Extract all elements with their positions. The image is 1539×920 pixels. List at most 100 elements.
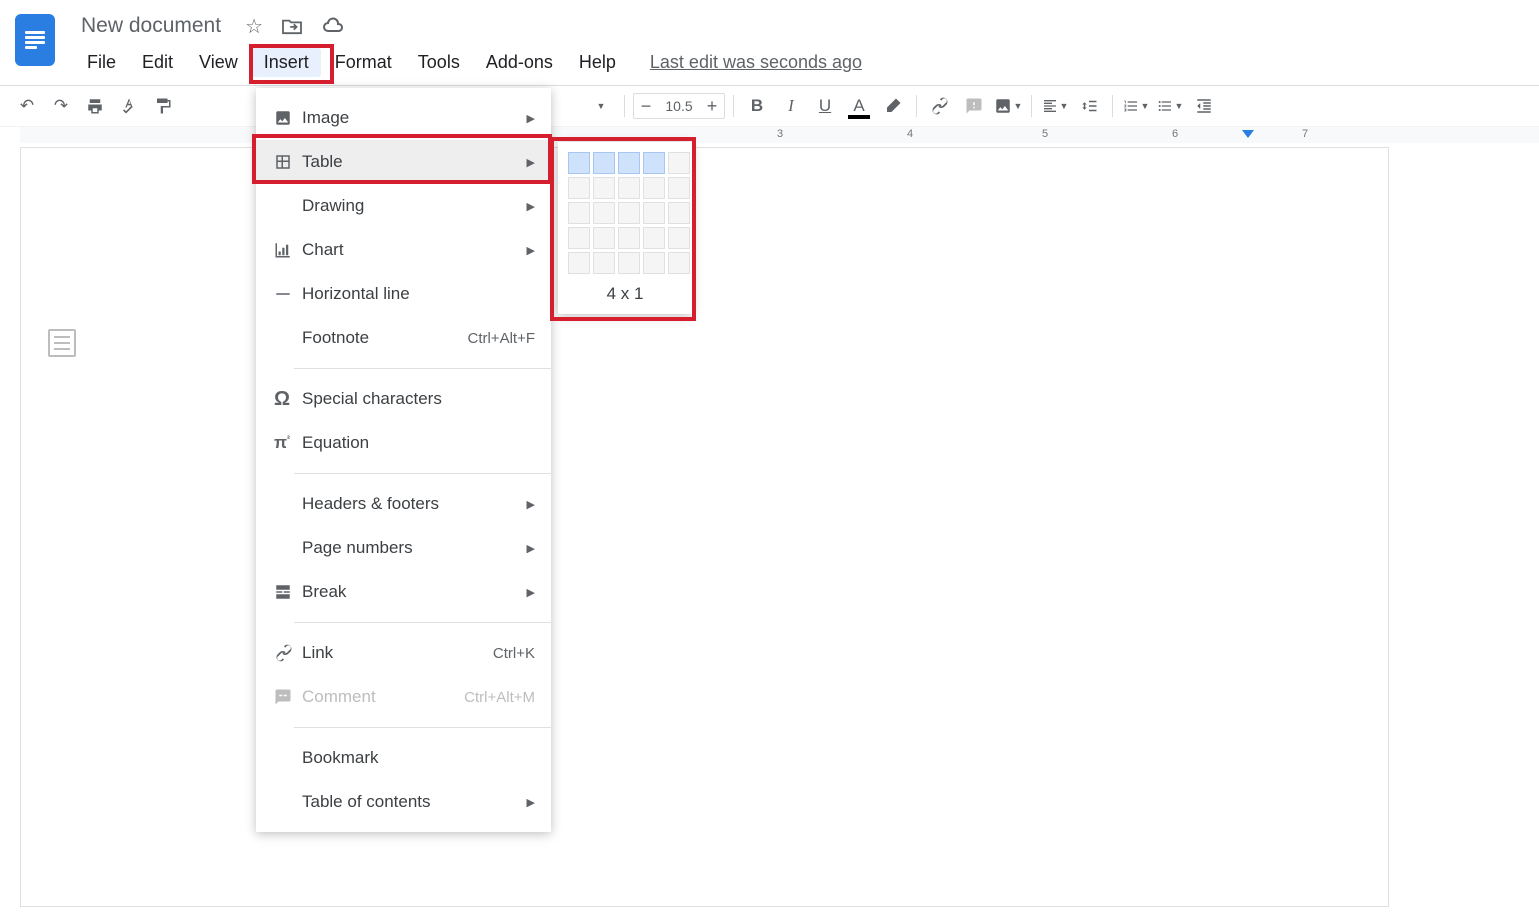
table-grid-cell[interactable] bbox=[568, 152, 590, 174]
table-grid-cell[interactable] bbox=[593, 152, 615, 174]
menu-item-horizontal-line[interactable]: Horizontal line bbox=[256, 272, 551, 316]
menu-item-table-of-contents[interactable]: Table of contents▶ bbox=[256, 780, 551, 824]
menu-item-label: Break bbox=[302, 582, 346, 602]
table-grid-cell[interactable] bbox=[643, 177, 665, 199]
text-color-button[interactable]: A bbox=[844, 91, 874, 121]
align-button[interactable]: ▼ bbox=[1040, 91, 1070, 121]
insert-link-button[interactable] bbox=[925, 91, 955, 121]
move-icon[interactable] bbox=[281, 17, 303, 35]
submenu-arrow-icon: ▶ bbox=[527, 244, 535, 257]
menu-item-table[interactable]: Table▶ bbox=[256, 140, 551, 184]
menu-insert[interactable]: Insert bbox=[252, 48, 321, 77]
outline-icon[interactable] bbox=[48, 329, 76, 357]
paint-format-button[interactable] bbox=[148, 91, 178, 121]
menu-item-label: Comment bbox=[302, 687, 376, 707]
table-grid-cell[interactable] bbox=[593, 177, 615, 199]
menu-item-chart[interactable]: Chart▶ bbox=[256, 228, 551, 272]
right-margin-marker[interactable] bbox=[1242, 130, 1254, 138]
table-grid-cell[interactable] bbox=[568, 252, 590, 274]
ruler-num: 3 bbox=[777, 128, 783, 140]
ruler-num: 4 bbox=[907, 128, 913, 140]
document-page[interactable] bbox=[20, 147, 1389, 907]
menu-item-footnote[interactable]: FootnoteCtrl+Alt+F bbox=[256, 316, 551, 360]
table-grid-cell[interactable] bbox=[643, 227, 665, 249]
bold-button[interactable]: B bbox=[742, 91, 772, 121]
menu-item-label: Table of contents bbox=[302, 792, 431, 812]
menu-item-bookmark[interactable]: Bookmark bbox=[256, 736, 551, 780]
menu-item-image[interactable]: Image ▶ bbox=[256, 96, 551, 140]
font-size-decrease[interactable]: − bbox=[634, 96, 658, 117]
table-grid-cell[interactable] bbox=[618, 227, 640, 249]
table-grid-cell[interactable] bbox=[668, 152, 690, 174]
menu-item-drawing[interactable]: Drawing ▶ bbox=[256, 184, 551, 228]
menu-format[interactable]: Format bbox=[323, 48, 404, 77]
table-grid-cell[interactable] bbox=[668, 177, 690, 199]
font-size-increase[interactable]: + bbox=[700, 96, 724, 117]
table-icon bbox=[274, 153, 302, 171]
table-grid-cell[interactable] bbox=[593, 202, 615, 224]
print-button[interactable] bbox=[80, 91, 110, 121]
table-grid-cell[interactable] bbox=[668, 227, 690, 249]
font-size-control: − 10.5 + bbox=[633, 93, 725, 119]
styles-dropdown[interactable]: ▼ bbox=[586, 91, 616, 121]
horizontal-ruler[interactable]: 3 4 5 6 7 bbox=[20, 127, 1539, 143]
table-grid-cell[interactable] bbox=[643, 202, 665, 224]
table-grid-cell[interactable] bbox=[618, 177, 640, 199]
insert-image-button[interactable]: ▼ bbox=[993, 91, 1023, 121]
table-grid-cell[interactable] bbox=[618, 152, 640, 174]
menu-item-label: Link bbox=[302, 643, 333, 663]
comment-icon bbox=[274, 688, 302, 706]
submenu-arrow-icon: ▶ bbox=[527, 200, 535, 213]
table-grid-cell[interactable] bbox=[618, 252, 640, 274]
break-icon bbox=[274, 583, 302, 601]
star-icon[interactable]: ☆ bbox=[245, 14, 263, 39]
table-grid-cell[interactable] bbox=[643, 152, 665, 174]
table-grid-cell[interactable] bbox=[593, 227, 615, 249]
menu-item-label: Special characters bbox=[302, 389, 442, 409]
decrease-indent-button[interactable] bbox=[1189, 91, 1219, 121]
table-grid-cell[interactable] bbox=[593, 252, 615, 274]
menu-bar: File Edit View Insert Format Tools Add-o… bbox=[75, 42, 862, 85]
italic-button[interactable]: I bbox=[776, 91, 806, 121]
spellcheck-button[interactable] bbox=[114, 91, 144, 121]
font-size-value[interactable]: 10.5 bbox=[658, 98, 700, 114]
menu-item-headers-footers[interactable]: Headers & footers▶ bbox=[256, 482, 551, 526]
menu-item-label: Table bbox=[302, 152, 343, 172]
cloud-icon[interactable] bbox=[321, 17, 345, 35]
content-area: 3 4 5 6 7 bbox=[0, 127, 1539, 907]
menu-view[interactable]: View bbox=[187, 48, 250, 77]
table-grid-cell[interactable] bbox=[568, 177, 590, 199]
menu-edit[interactable]: Edit bbox=[130, 48, 185, 77]
table-grid-cell[interactable] bbox=[568, 202, 590, 224]
underline-button[interactable]: U bbox=[810, 91, 840, 121]
menu-item-label: Drawing bbox=[302, 196, 364, 216]
menu-tools[interactable]: Tools bbox=[406, 48, 472, 77]
table-grid-cell[interactable] bbox=[668, 252, 690, 274]
menu-item-page-numbers[interactable]: Page numbers▶ bbox=[256, 526, 551, 570]
menu-item-break[interactable]: Break▶ bbox=[256, 570, 551, 614]
undo-button[interactable]: ↶ bbox=[12, 91, 42, 121]
menu-item-special-characters[interactable]: ΩSpecial characters bbox=[256, 377, 551, 421]
insert-comment-button[interactable] bbox=[959, 91, 989, 121]
menu-item-equation[interactable]: π²Equation bbox=[256, 421, 551, 465]
menu-item-label: Image bbox=[302, 108, 349, 128]
table-grid-cell[interactable] bbox=[643, 252, 665, 274]
menu-addons[interactable]: Add-ons bbox=[474, 48, 565, 77]
highlight-button[interactable] bbox=[878, 91, 908, 121]
line-spacing-button[interactable] bbox=[1074, 91, 1104, 121]
submenu-arrow-icon: ▶ bbox=[527, 112, 535, 125]
numbered-list-button[interactable]: ▼ bbox=[1121, 91, 1151, 121]
docs-logo[interactable] bbox=[15, 14, 55, 66]
vertical-ruler[interactable] bbox=[0, 127, 20, 907]
redo-button[interactable]: ↷ bbox=[46, 91, 76, 121]
bulleted-list-button[interactable]: ▼ bbox=[1155, 91, 1185, 121]
table-grid[interactable] bbox=[568, 152, 682, 274]
menu-help[interactable]: Help bbox=[567, 48, 628, 77]
table-grid-cell[interactable] bbox=[668, 202, 690, 224]
menu-file[interactable]: File bbox=[75, 48, 128, 77]
table-grid-cell[interactable] bbox=[568, 227, 590, 249]
last-edit-link[interactable]: Last edit was seconds ago bbox=[650, 52, 862, 73]
document-title[interactable]: New document bbox=[75, 12, 227, 40]
table-grid-cell[interactable] bbox=[618, 202, 640, 224]
menu-item-link[interactable]: LinkCtrl+K bbox=[256, 631, 551, 675]
